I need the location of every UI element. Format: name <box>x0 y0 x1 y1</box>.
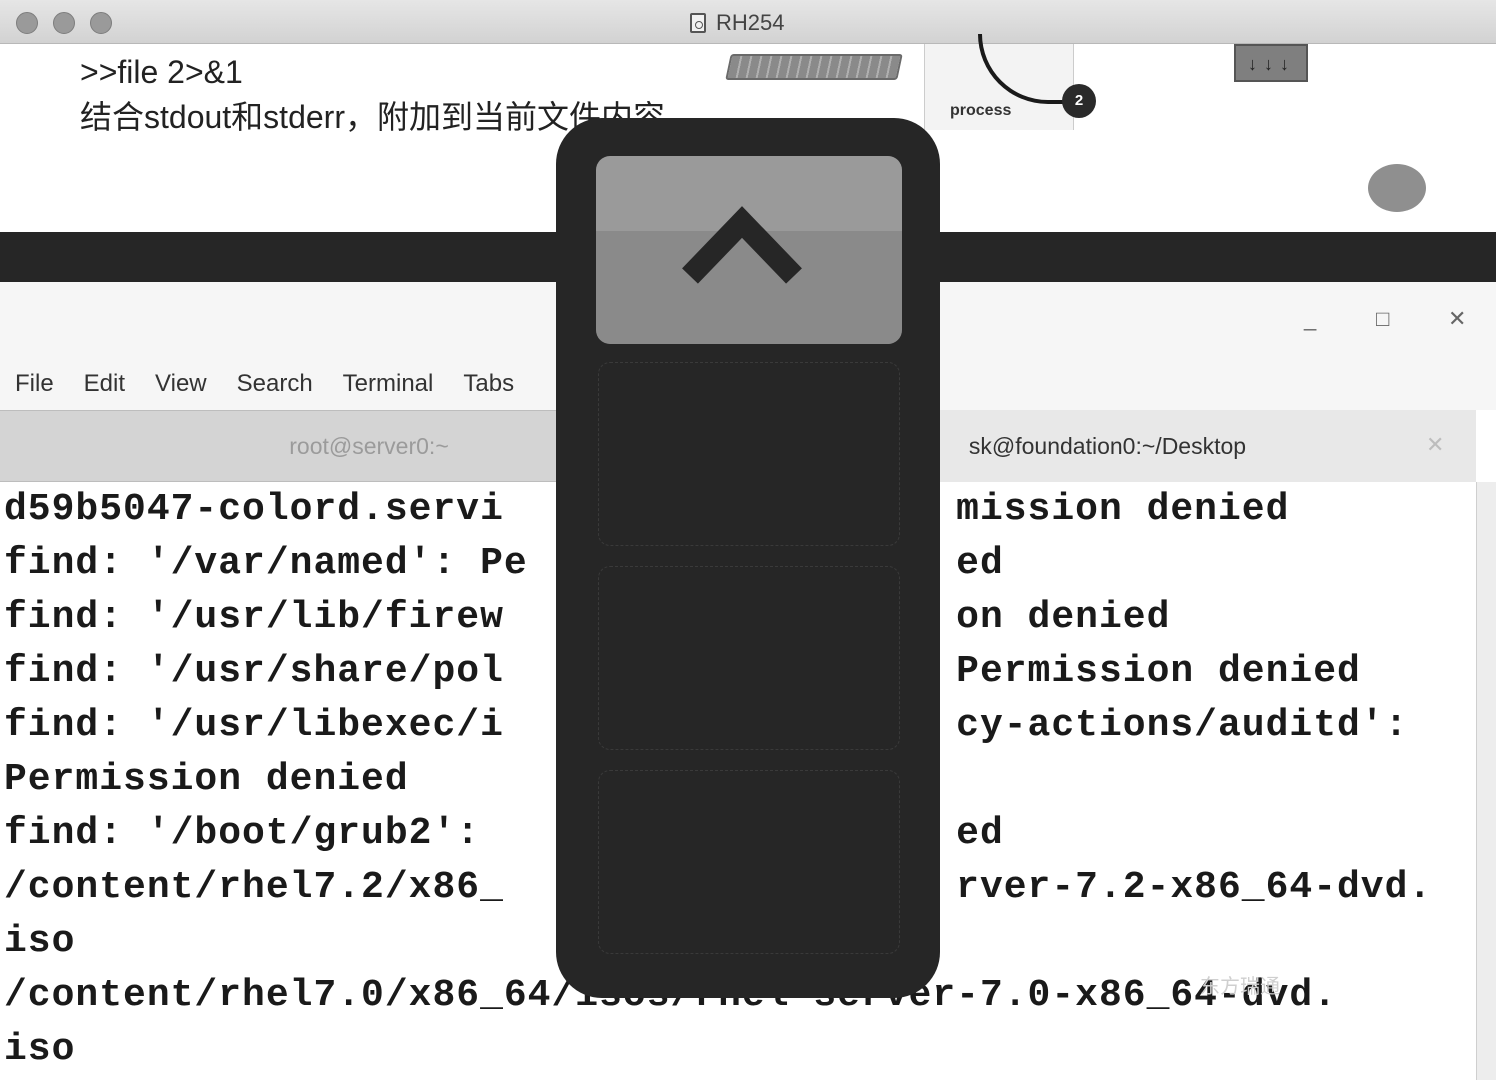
minimize-icon[interactable]: _ <box>1304 306 1316 332</box>
process-number-badge: 2 <box>1062 84 1096 118</box>
close-icon[interactable]: ✕ <box>1448 306 1466 332</box>
overlay-slot-button[interactable] <box>598 362 900 546</box>
terminal-line: iso <box>4 920 76 963</box>
window-title: RH254 <box>690 10 784 36</box>
close-window-button[interactable] <box>16 12 38 34</box>
menu-tabs[interactable]: Tabs <box>448 366 529 402</box>
pointer-dot-icon <box>1368 164 1426 212</box>
document-icon <box>690 13 706 33</box>
chevron-up-icon <box>682 206 802 284</box>
minimize-window-button[interactable] <box>53 12 75 34</box>
menu-search[interactable]: Search <box>222 366 328 402</box>
watermark-text: 东方瑞通 <box>1200 976 1280 998</box>
overlay-slot-button[interactable] <box>598 566 900 750</box>
menu-view[interactable]: View <box>140 366 222 402</box>
slide-command-text: >>file 2>&1 <box>80 54 243 90</box>
overlay-slot-button[interactable] <box>598 770 900 954</box>
process-label: process <box>950 102 1012 119</box>
output-arrows-icon: ↓ ↓ ↓ <box>1234 44 1308 82</box>
menu-edit[interactable]: Edit <box>69 366 140 402</box>
menu-file[interactable]: File <box>0 366 69 402</box>
tab-close-icon[interactable]: ✕ <box>1426 432 1444 458</box>
terminal-line: iso <box>4 1028 76 1071</box>
maximize-icon[interactable]: □ <box>1376 306 1389 332</box>
zoom-window-button[interactable] <box>90 12 112 34</box>
terminal-scrollbar[interactable] <box>1476 482 1496 1080</box>
terminal-menubar: File Edit View Search Terminal Tabs <box>0 366 529 402</box>
keyboard-icon <box>725 54 903 80</box>
window-title-text: RH254 <box>716 10 785 35</box>
terminal-line: Permission denied <box>4 758 409 801</box>
menu-terminal[interactable]: Terminal <box>328 366 449 402</box>
